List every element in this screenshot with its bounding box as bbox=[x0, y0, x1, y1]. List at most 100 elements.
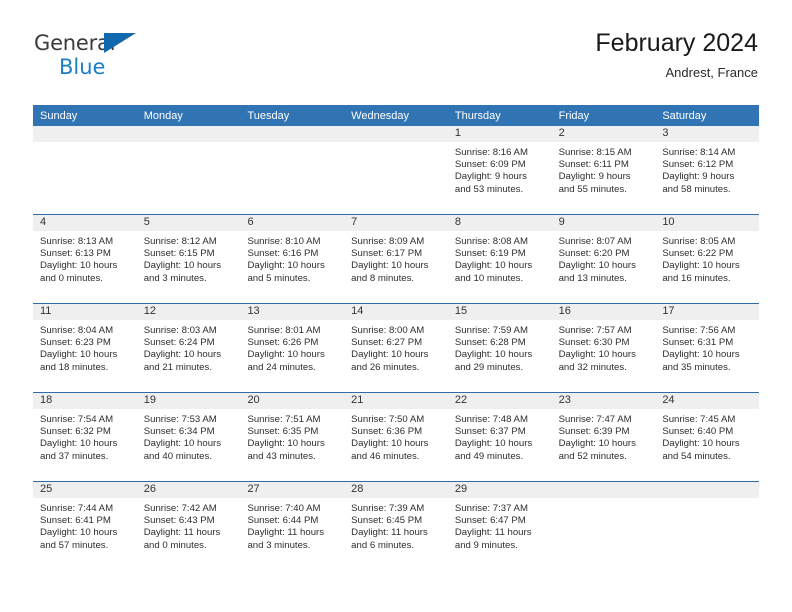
daylight-text-line1: Daylight: 10 hours bbox=[558, 438, 636, 450]
calendar-day-cell[interactable]: 16 Sunrise: 7:57 AM Sunset: 6:30 PM Dayligh… bbox=[551, 304, 656, 392]
day-details: Sunrise: 8:12 AM Sunset: 6:15 PM Daylight:… bbox=[137, 231, 241, 285]
calendar-day-cell[interactable]: 17 Sunrise: 7:56 AM Sunset: 6:31 PM Dayligh… bbox=[655, 304, 760, 392]
calendar-day-cell[interactable]: 4 Sunrise: 8:13 AM Sunset: 6:13 PM Daylight… bbox=[33, 215, 137, 303]
day-number: 7 bbox=[344, 215, 448, 231]
day-number: 12 bbox=[136, 304, 241, 320]
sunset-text: Sunset: 6:31 PM bbox=[662, 337, 734, 349]
logo-triangle-icon bbox=[104, 33, 136, 53]
sunrise-text: Sunrise: 8:10 AM bbox=[247, 236, 321, 247]
day-details: Sunrise: 8:04 AM Sunset: 6:23 PM Daylight:… bbox=[33, 320, 137, 374]
daylight-text-line2: and 9 minutes. bbox=[454, 539, 518, 551]
daylight-text-line1: Daylight: 10 hours bbox=[247, 260, 325, 272]
weekday-header-friday: Friday bbox=[558, 110, 590, 122]
daylight-text-line2: and 58 minutes. bbox=[662, 183, 731, 195]
day-details: Sunrise: 7:48 AM Sunset: 6:37 PM Daylight:… bbox=[448, 409, 552, 463]
daylight-text-line2: and 29 minutes. bbox=[454, 361, 524, 373]
calendar-day-cell[interactable]: 29 Sunrise: 7:37 AM Sunset: 6:47 PM Dayligh… bbox=[447, 482, 552, 570]
sunset-text: Sunset: 6:30 PM bbox=[558, 337, 630, 349]
sunrise-text: Sunrise: 7:48 AM bbox=[454, 414, 528, 425]
weekday-header-monday: Monday bbox=[143, 110, 183, 122]
general-blue-logo[interactable]: General Blue bbox=[34, 28, 154, 80]
daylight-text-line1: Daylight: 9 hours bbox=[454, 171, 527, 183]
daylight-text-line1: Daylight: 11 hours bbox=[454, 527, 532, 539]
day-number: 19 bbox=[136, 393, 241, 409]
sunrise-text: Sunrise: 8:04 AM bbox=[40, 325, 114, 336]
calendar-day-cell[interactable]: 3 Sunrise: 8:14 AM Sunset: 6:12 PM Daylight… bbox=[655, 126, 760, 214]
calendar-day-cell[interactable]: 6 Sunrise: 8:10 AM Sunset: 6:16 PM Daylight… bbox=[240, 215, 345, 303]
calendar-day-cell[interactable]: 18 Sunrise: 7:54 AM Sunset: 6:32 PM Dayligh… bbox=[33, 393, 137, 481]
calendar-day-cell[interactable]: 27 Sunrise: 7:40 AM Sunset: 6:44 PM Dayligh… bbox=[240, 482, 345, 570]
calendar-day-cell[interactable]: 24 Sunrise: 7:45 AM Sunset: 6:40 PM Dayligh… bbox=[655, 393, 760, 481]
daylight-text-line1: Daylight: 10 hours bbox=[454, 349, 533, 361]
sunset-text: Sunset: 6:13 PM bbox=[40, 248, 111, 260]
calendar-day-cell[interactable]: 21 Sunrise: 7:50 AM Sunset: 6:36 PM Dayligh… bbox=[344, 393, 448, 481]
day-number bbox=[240, 126, 345, 142]
sunset-text: Sunset: 6:40 PM bbox=[662, 426, 734, 438]
calendar-day-cell[interactable]: 12 Sunrise: 8:03 AM Sunset: 6:24 PM Dayligh… bbox=[136, 304, 241, 392]
page-title: February 2024 bbox=[595, 29, 758, 57]
daylight-text-line2: and 3 minutes. bbox=[247, 539, 311, 551]
daylight-text-line2: and 5 minutes. bbox=[247, 272, 311, 284]
calendar-day-cell[interactable]: 25 Sunrise: 7:44 AM Sunset: 6:41 PM Dayligh… bbox=[33, 482, 137, 570]
sunrise-text: Sunrise: 7:39 AM bbox=[351, 503, 425, 514]
sunset-text: Sunset: 6:37 PM bbox=[454, 426, 526, 438]
day-number: 11 bbox=[33, 304, 137, 320]
sunrise-text: Sunrise: 7:51 AM bbox=[247, 414, 321, 425]
sunset-text: Sunset: 6:47 PM bbox=[454, 515, 526, 527]
calendar-day-cell[interactable]: 22 Sunrise: 7:48 AM Sunset: 6:37 PM Dayligh… bbox=[447, 393, 552, 481]
calendar-week-row: 1 Sunrise: 8:16 AM Sunset: 6:09 PM Daylight… bbox=[33, 126, 760, 214]
calendar-day-cell[interactable]: 10 Sunrise: 8:05 AM Sunset: 6:22 PM Dayligh… bbox=[655, 215, 760, 303]
daylight-text-line1: Daylight: 10 hours bbox=[558, 349, 636, 361]
sunset-text: Sunset: 6:16 PM bbox=[247, 248, 319, 260]
calendar-day-cell-empty bbox=[136, 126, 241, 214]
day-details: Sunrise: 7:37 AM Sunset: 6:47 PM Daylight:… bbox=[448, 498, 552, 552]
calendar-day-cell[interactable]: 11 Sunrise: 8:04 AM Sunset: 6:23 PM Dayligh… bbox=[33, 304, 137, 392]
day-number: 16 bbox=[551, 304, 656, 320]
sunrise-text: Sunrise: 8:08 AM bbox=[454, 236, 528, 247]
sunset-text: Sunset: 6:22 PM bbox=[662, 248, 734, 260]
daylight-text-line1: Daylight: 10 hours bbox=[143, 349, 222, 361]
calendar-week-row: 4 Sunrise: 8:13 AM Sunset: 6:13 PM Daylight… bbox=[33, 214, 760, 303]
sunrise-text: Sunrise: 7:47 AM bbox=[558, 414, 632, 425]
calendar-day-cell[interactable]: 1 Sunrise: 8:16 AM Sunset: 6:09 PM Daylight… bbox=[447, 126, 552, 214]
calendar-grid: Sunday Monday Tuesday Wednesday Thursday… bbox=[33, 105, 760, 570]
calendar-day-cell-empty bbox=[344, 126, 448, 214]
day-number: 5 bbox=[136, 215, 241, 231]
day-number: 22 bbox=[447, 393, 552, 409]
calendar-day-cell[interactable]: 7 Sunrise: 8:09 AM Sunset: 6:17 PM Daylight… bbox=[344, 215, 448, 303]
sunset-text: Sunset: 6:35 PM bbox=[247, 426, 319, 438]
daylight-text-line2: and 52 minutes. bbox=[558, 450, 627, 462]
sunrise-text: Sunrise: 7:59 AM bbox=[454, 325, 528, 336]
calendar-week-row: 11 Sunrise: 8:04 AM Sunset: 6:23 PM Dayligh… bbox=[33, 303, 760, 392]
calendar-day-cell[interactable]: 23 Sunrise: 7:47 AM Sunset: 6:39 PM Dayligh… bbox=[551, 393, 656, 481]
day-number: 10 bbox=[655, 215, 760, 231]
daylight-text-line2: and 57 minutes. bbox=[40, 539, 109, 551]
calendar-day-cell[interactable]: 8 Sunrise: 8:08 AM Sunset: 6:19 PM Daylight… bbox=[447, 215, 552, 303]
day-details: Sunrise: 7:50 AM Sunset: 6:36 PM Daylight:… bbox=[344, 409, 448, 463]
day-details: Sunrise: 8:01 AM Sunset: 6:26 PM Daylight:… bbox=[240, 320, 344, 374]
calendar-day-cell[interactable]: 15 Sunrise: 7:59 AM Sunset: 6:28 PM Dayligh… bbox=[447, 304, 552, 392]
calendar-day-cell[interactable]: 2 Sunrise: 8:15 AM Sunset: 6:11 PM Daylight… bbox=[551, 126, 656, 214]
calendar-day-cell[interactable]: 26 Sunrise: 7:42 AM Sunset: 6:43 PM Dayligh… bbox=[136, 482, 241, 570]
daylight-text-line2: and 10 minutes. bbox=[454, 272, 524, 284]
daylight-text-line2: and 6 minutes. bbox=[351, 539, 415, 551]
day-number: 9 bbox=[551, 215, 656, 231]
day-details: Sunrise: 8:15 AM Sunset: 6:11 PM Daylight:… bbox=[552, 142, 656, 196]
day-number: 15 bbox=[447, 304, 552, 320]
calendar-day-cell[interactable]: 19 Sunrise: 7:53 AM Sunset: 6:34 PM Dayligh… bbox=[136, 393, 241, 481]
sunrise-text: Sunrise: 8:14 AM bbox=[662, 147, 736, 158]
sunrise-text: Sunrise: 8:15 AM bbox=[558, 147, 632, 158]
calendar-day-cell[interactable]: 13 Sunrise: 8:01 AM Sunset: 6:26 PM Dayligh… bbox=[240, 304, 345, 392]
calendar-day-cell[interactable]: 14 Sunrise: 8:00 AM Sunset: 6:27 PM Dayligh… bbox=[344, 304, 448, 392]
daylight-text-line1: Daylight: 10 hours bbox=[40, 349, 118, 361]
day-number: 25 bbox=[33, 482, 137, 498]
calendar-day-cell[interactable]: 9 Sunrise: 8:07 AM Sunset: 6:20 PM Daylight… bbox=[551, 215, 656, 303]
daylight-text-line1: Daylight: 10 hours bbox=[351, 349, 429, 361]
calendar-day-cell[interactable]: 20 Sunrise: 7:51 AM Sunset: 6:35 PM Dayligh… bbox=[240, 393, 345, 481]
daylight-text-line2: and 53 minutes. bbox=[454, 183, 524, 195]
day-number: 13 bbox=[240, 304, 345, 320]
day-number bbox=[344, 126, 448, 142]
calendar-day-cell[interactable]: 5 Sunrise: 8:12 AM Sunset: 6:15 PM Daylight… bbox=[136, 215, 241, 303]
calendar-day-cell[interactable]: 28 Sunrise: 7:39 AM Sunset: 6:45 PM Dayligh… bbox=[344, 482, 448, 570]
weekday-header-sunday: Sunday bbox=[40, 110, 78, 122]
